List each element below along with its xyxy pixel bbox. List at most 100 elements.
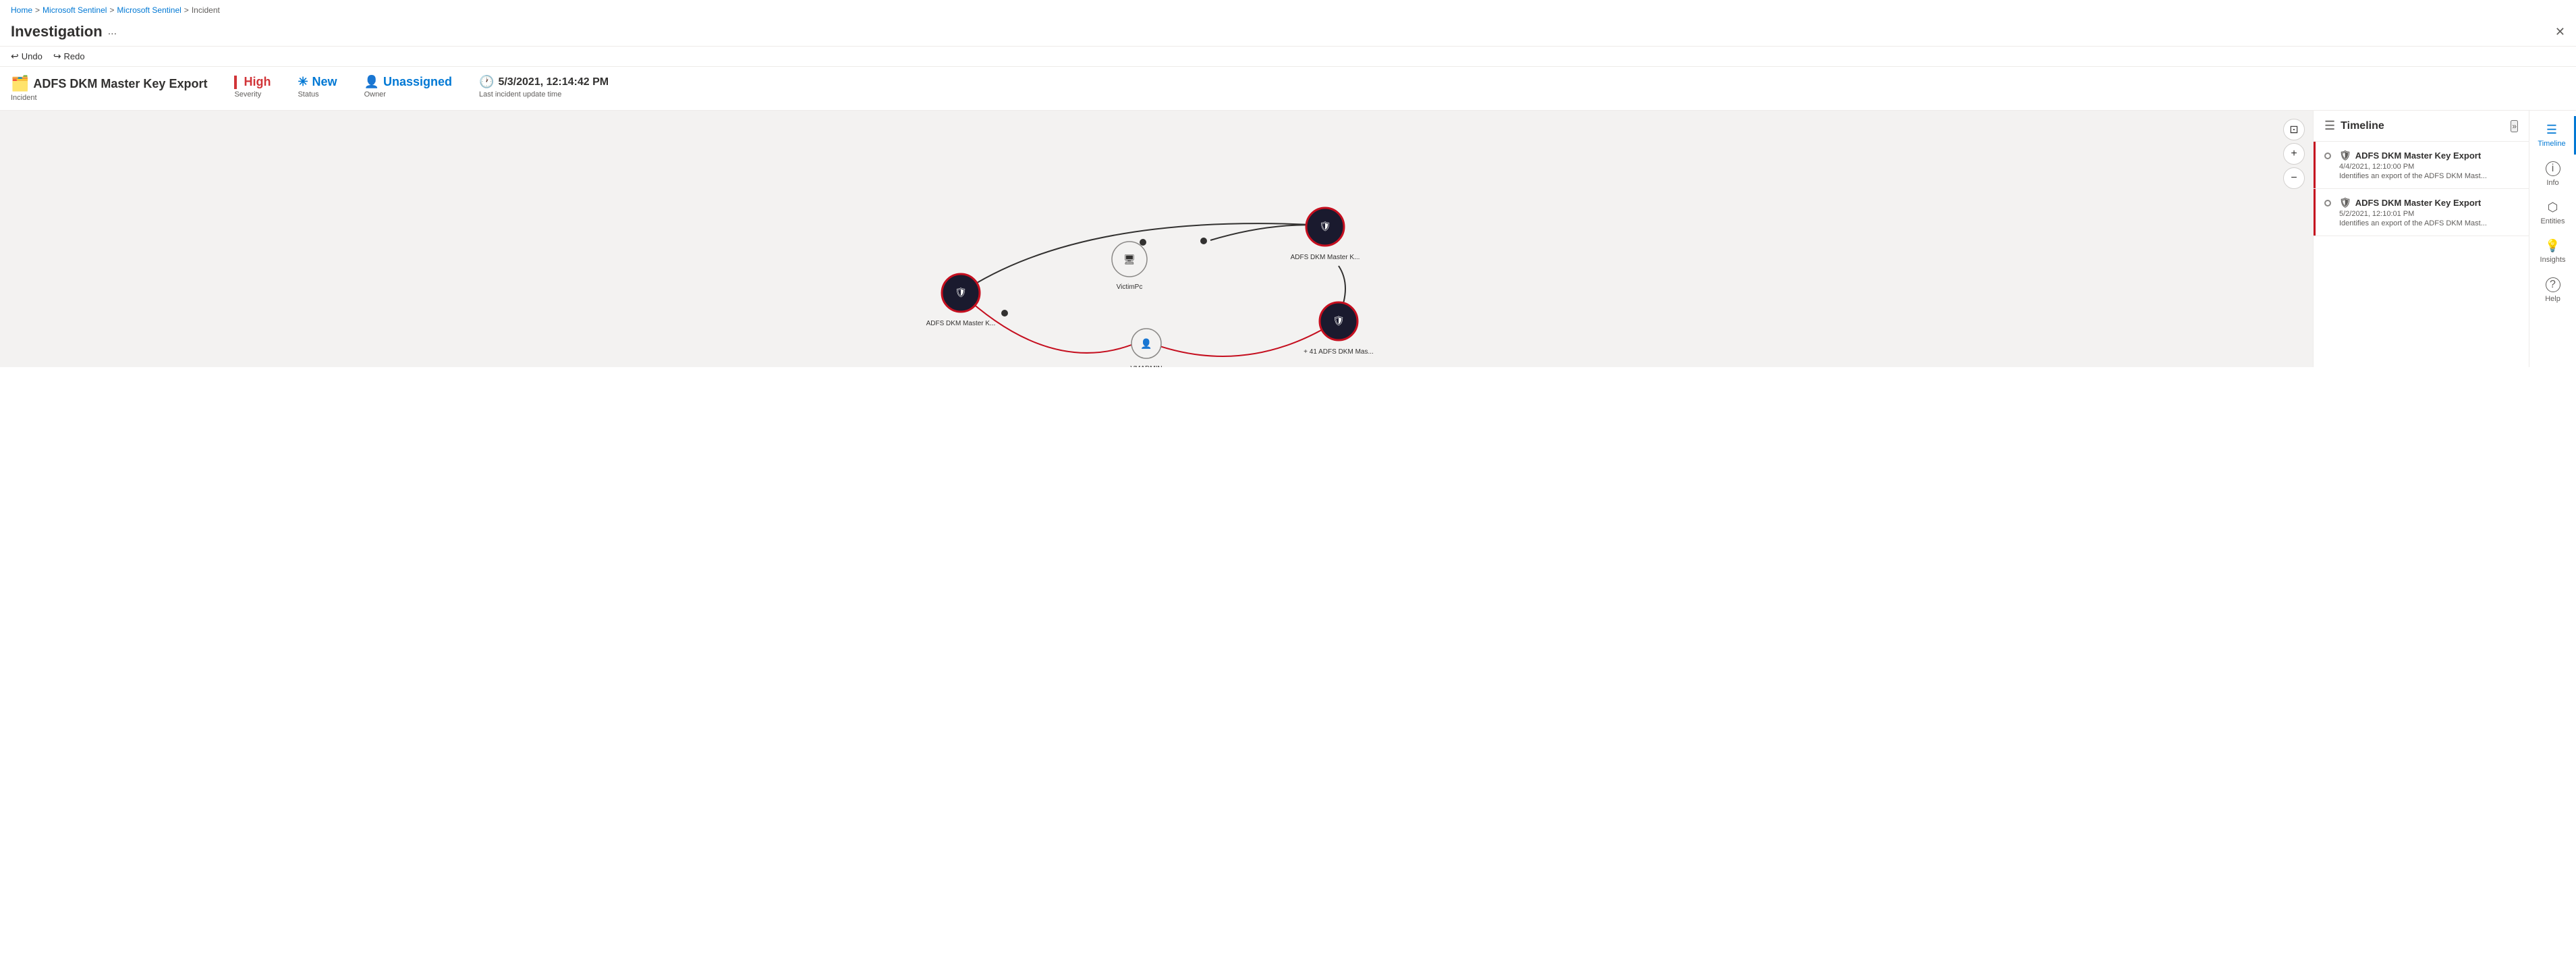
more-options-button[interactable]: ...	[108, 26, 117, 38]
status-value: New	[312, 75, 337, 89]
close-button[interactable]: ✕	[2555, 25, 2565, 39]
sidebar-header: ☰ Timeline »	[2314, 111, 2529, 142]
timeline-list: 🛡 ADFS DKM Master Key Export 4/4/2021, 1…	[2314, 142, 2529, 367]
timeline-item-content: 🛡 ADFS DKM Master Key Export 4/4/2021, 1…	[2339, 150, 2518, 180]
svg-text:VMADMIN: VMADMIN	[1130, 365, 1162, 367]
incident-info-bar: 🗂️ ADFS DKM Master Key Export Incident H…	[0, 67, 2576, 111]
timeline-dot	[2324, 197, 2331, 227]
svg-text:🖥: 🖥	[1123, 254, 1136, 265]
main-content: 🛡 ADFS DKM Master K... 🖥 VictimPc 👤 VMAD…	[0, 111, 2576, 367]
insights-nav-icon: 💡	[2545, 239, 2560, 253]
severity-bar-icon	[234, 76, 237, 89]
info-nav-icon: i	[2546, 161, 2560, 176]
owner-label: Owner	[364, 90, 452, 99]
timeline-item-content: 🛡 ADFS DKM Master Key Export 5/2/2021, 1…	[2339, 197, 2518, 227]
zoom-in-icon: +	[2291, 148, 2297, 160]
breadcrumb-incident: Incident	[192, 5, 220, 15]
timeline-shield-icon-2: 🛡	[2339, 197, 2351, 209]
edge-dot-1	[1140, 239, 1146, 246]
node-adfs-multi[interactable]: 🛡 + 41 ADFS DKM Mas...	[1304, 302, 1374, 356]
toolbar: ↩ Undo ↪ Redo	[0, 47, 2576, 67]
timeline-nav-label: Timeline	[2538, 140, 2565, 148]
update-time-value: 5/3/2021, 12:14:42 PM	[498, 76, 609, 88]
fit-view-button[interactable]: ⊡	[2283, 119, 2305, 140]
timeline-item-border	[2314, 189, 2316, 236]
entities-nav-label: Entities	[2540, 217, 2565, 225]
entities-nav-icon: ⬡	[2548, 200, 2558, 215]
right-nav: ☰ Timeline i Info ⬡ Entities 💡 Insights …	[2529, 111, 2576, 367]
timeline-item-title-1: ADFS DKM Master Key Export	[2355, 150, 2481, 161]
nav-info-button[interactable]: i Info	[2529, 155, 2576, 194]
svg-text:🛡: 🛡	[955, 287, 967, 298]
timeline-item[interactable]: 🛡 ADFS DKM Master Key Export 5/2/2021, 1…	[2314, 189, 2529, 236]
timeline-title: Timeline	[2341, 120, 2384, 132]
insights-nav-label: Insights	[2540, 256, 2566, 264]
timeline-header-icon: ☰	[2324, 119, 2335, 133]
severity-field: High Severity	[234, 75, 271, 99]
svg-text:VictimPc: VictimPc	[1117, 283, 1143, 291]
zoom-out-button[interactable]: −	[2283, 167, 2305, 189]
severity-value: High	[244, 75, 271, 89]
sidebar-expand-button[interactable]: »	[2511, 120, 2518, 132]
nav-timeline-button[interactable]: ☰ Timeline	[2529, 116, 2576, 155]
update-time-field: 🕐 5/3/2021, 12:14:42 PM Last incident up…	[479, 75, 609, 99]
breadcrumb: Home > Microsoft Sentinel > Microsoft Se…	[0, 0, 2576, 20]
severity-label: Severity	[234, 90, 271, 99]
header: Investigation ... ✕	[0, 20, 2576, 47]
sidebar-timeline: ☰ Timeline » 🛡 ADFS DKM Master Key Expor…	[2313, 111, 2529, 367]
incident-type-label: Incident	[11, 94, 207, 102]
nav-help-button[interactable]: ? Help	[2529, 271, 2576, 310]
node-adfs-left[interactable]: 🛡 ADFS DKM Master K...	[926, 274, 996, 327]
owner-value: Unassigned	[383, 75, 452, 89]
status-spinner-icon: ✳	[298, 75, 308, 89]
incident-name: ADFS DKM Master Key Export	[33, 77, 207, 91]
svg-text:ADFS DKM Master K...: ADFS DKM Master K...	[1291, 254, 1360, 261]
svg-text:🛡: 🛡	[1333, 315, 1345, 326]
incident-briefcase-icon: 🗂️	[11, 75, 29, 92]
breadcrumb-sentinel2[interactable]: Microsoft Sentinel	[117, 5, 181, 15]
svg-text:+ 41 ADFS DKM Mas...: + 41 ADFS DKM Mas...	[1304, 348, 1374, 356]
breadcrumb-home[interactable]: Home	[11, 5, 32, 15]
nav-insights-button[interactable]: 💡 Insights	[2529, 232, 2576, 271]
incident-name-field: 🗂️ ADFS DKM Master Key Export Incident	[11, 75, 207, 102]
undo-label: Undo	[22, 51, 43, 61]
svg-text:👤: 👤	[1140, 338, 1152, 350]
fit-view-icon: ⊡	[2289, 123, 2298, 136]
timeline-item[interactable]: 🛡 ADFS DKM Master Key Export 4/4/2021, 1…	[2314, 142, 2529, 189]
edge-dot-2	[1200, 238, 1207, 244]
help-nav-icon: ?	[2546, 277, 2560, 292]
zoom-in-button[interactable]: +	[2283, 143, 2305, 165]
investigation-graph: 🛡 ADFS DKM Master K... 🖥 VictimPc 👤 VMAD…	[0, 111, 2313, 367]
node-vmadmin[interactable]: 👤 VMADMIN	[1130, 329, 1162, 367]
timeline-item-border	[2314, 142, 2316, 188]
svg-text:ADFS DKM Master K...: ADFS DKM Master K...	[926, 320, 996, 327]
zoom-out-icon: −	[2291, 172, 2297, 184]
edge-dot-3	[1001, 310, 1008, 317]
breadcrumb-sentinel1[interactable]: Microsoft Sentinel	[43, 5, 107, 15]
redo-button[interactable]: ↪ Redo	[53, 51, 85, 62]
graph-area[interactable]: 🛡 ADFS DKM Master K... 🖥 VictimPc 👤 VMAD…	[0, 111, 2313, 367]
page-title: Investigation	[11, 23, 103, 40]
timeline-dot	[2324, 150, 2331, 180]
timeline-item-desc-1: Identifies an export of the ADFS DKM Mas…	[2339, 172, 2518, 180]
redo-icon: ↪	[53, 51, 61, 62]
undo-button[interactable]: ↩ Undo	[11, 51, 43, 62]
owner-person-icon: 👤	[364, 75, 379, 89]
update-time-label: Last incident update time	[479, 90, 609, 99]
undo-icon: ↩	[11, 51, 19, 62]
redo-label: Redo	[64, 51, 85, 61]
info-nav-label: Info	[2546, 179, 2558, 187]
clock-icon: 🕐	[479, 75, 494, 89]
timeline-nav-icon: ☰	[2546, 123, 2557, 137]
svg-text:🛡: 🛡	[1319, 221, 1331, 231]
timeline-shield-icon-1: 🛡	[2339, 150, 2351, 161]
timeline-item-desc-2: Identifies an export of the ADFS DKM Mas…	[2339, 219, 2518, 227]
nav-entities-button[interactable]: ⬡ Entities	[2529, 194, 2576, 232]
owner-field: 👤 Unassigned Owner	[364, 75, 452, 99]
status-label: Status	[298, 90, 337, 99]
status-field: ✳ New Status	[298, 75, 337, 99]
node-victimpc[interactable]: 🖥 VictimPc	[1112, 242, 1147, 291]
timeline-item-title-2: ADFS DKM Master Key Export	[2355, 198, 2481, 208]
help-nav-label: Help	[2545, 295, 2560, 303]
node-adfs-top-right[interactable]: 🛡 ADFS DKM Master K...	[1291, 208, 1360, 261]
